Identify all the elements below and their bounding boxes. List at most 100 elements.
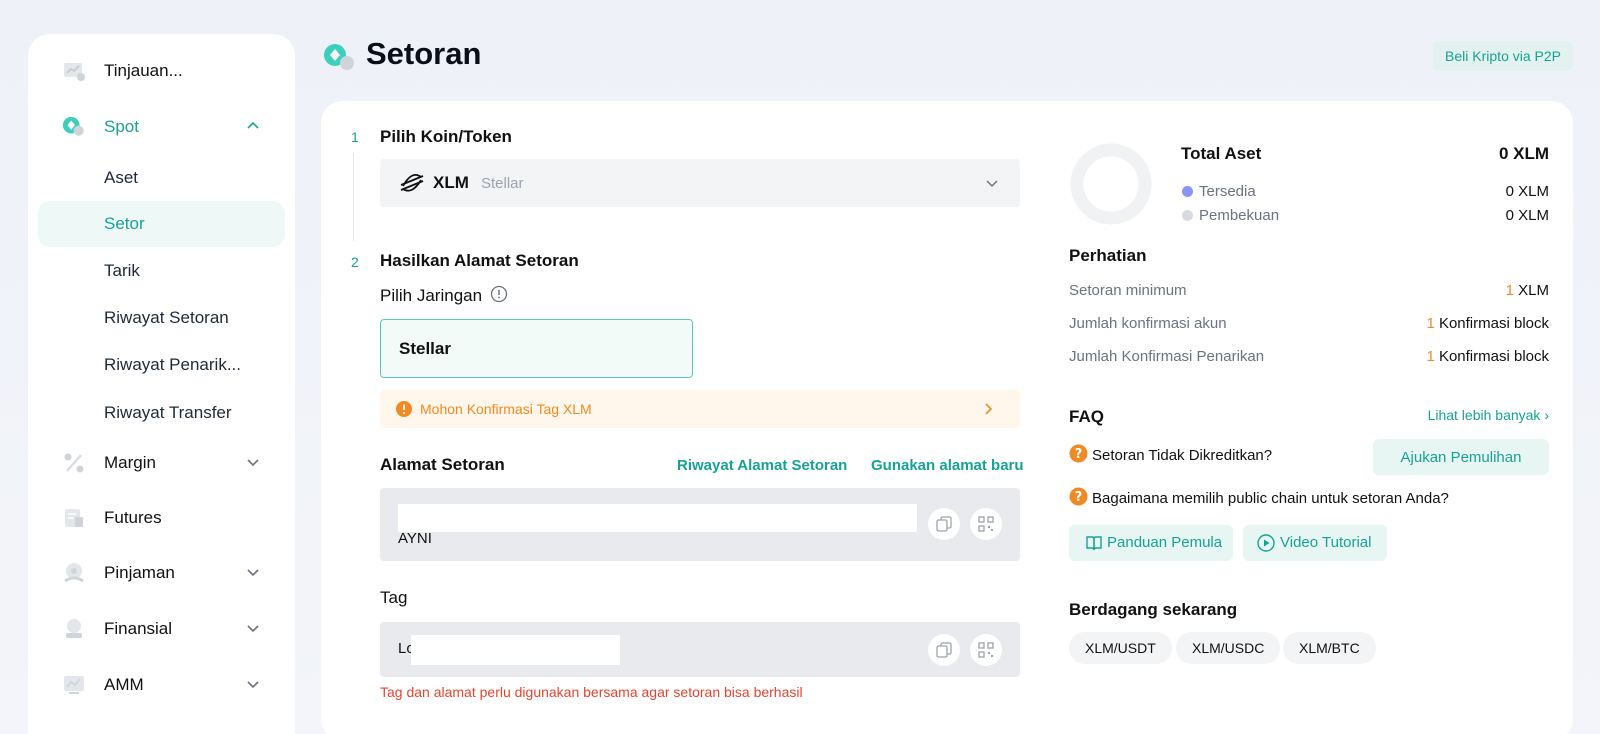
sidebar-item-riwayat-setoran[interactable]: Riwayat Setoran [38,295,285,341]
chevron-up-icon [247,121,259,129]
notice-row-value: 1 XLM [1505,282,1549,299]
tag-warning-bar[interactable]: Mohon Konfirmasi Tag XLM [380,390,1020,428]
page-title: Setoran [366,36,482,71]
sidebar-item-label: Margin [104,453,156,472]
sidebar: Tinjauan... Spot Aset Setor Tarik Riwaya… [28,34,295,734]
coin-name: Stellar [481,175,524,192]
sidebar-item-label: Tinjauan... [104,61,183,80]
tag-field[interactable]: Lo [380,622,1020,677]
sidebar-item-futures[interactable]: Futures [38,495,285,541]
address-qr-button[interactable] [970,508,1002,540]
step-title: Pilih Koin/Token [380,127,512,146]
sidebar-item-aset[interactable]: Aset [38,155,285,201]
sidebar-item-amm[interactable]: AMM [38,662,285,708]
overview-chart-icon [62,59,86,83]
coin-symbol: XLM [433,173,469,192]
deposit-address-field[interactable]: AYNI [380,488,1020,561]
sidebar-item-spot[interactable]: Spot [38,104,285,150]
sidebar-item-riwayat-transfer[interactable]: Riwayat Transfer [38,390,285,436]
notice-row-label: Jumlah Konfirmasi Penarikan [1069,348,1265,365]
beginner-guide-label: Panduan Pemula [1107,534,1223,551]
sidebar-item-overview[interactable]: Tinjauan... [38,48,285,94]
buy-crypto-p2p-button[interactable]: Beli Kripto via P2P [1433,41,1573,71]
tag-label: Tag [380,588,408,607]
step-title: Hasilkan Alamat Setoran [380,251,579,270]
futures-icon [62,506,86,530]
submit-recovery-button[interactable]: Ajukan Pemulihan [1373,439,1549,475]
trade-pair-xlm-usdt[interactable]: XLM/USDT [1069,632,1172,664]
sidebar-item-label: Riwayat Transfer [104,403,232,422]
amm-icon [62,673,86,697]
qr-code-icon [978,642,994,658]
notice-title: Perhatian [1069,246,1147,265]
faq-title: FAQ [1069,407,1104,426]
sidebar-item-tarik[interactable]: Tarik [38,248,285,294]
notice-row-label: Jumlah konfirmasi akun [1069,315,1227,332]
faq-question[interactable]: Bagaimana memilih public chain untuk set… [1092,490,1449,507]
redacted-address [398,504,917,532]
network-option-stellar[interactable]: Stellar [380,319,693,378]
tag-qr-button[interactable] [970,634,1002,666]
asset-donut-chart [1070,143,1152,225]
video-tutorial-button[interactable]: Video Tutorial [1243,525,1387,561]
sidebar-item-finansial[interactable]: Finansial [38,606,285,652]
trade-now-title: Berdagang sekarang [1069,600,1238,619]
notice-row-label: Setoran minimum [1069,282,1187,299]
sidebar-item-pinjaman[interactable]: Pinjaman [38,550,285,596]
available-label: Tersedia [1199,183,1256,200]
qr-code-icon [978,516,994,532]
chevron-down-icon [986,180,998,188]
address-history-link[interactable]: Riwayat Alamat Setoran [677,457,847,474]
total-assets-value: 0 XLM [1498,144,1549,163]
sidebar-item-label: AMM [104,675,144,694]
chevron-down-icon [247,569,259,577]
video-tutorial-label: Video Tutorial [1280,534,1372,551]
frozen-value: 0 XLM [1505,207,1549,224]
frozen-label: Pembekuan [1199,207,1280,224]
sidebar-item-label: Tarik [104,261,140,280]
stellar-logo-icon [400,174,424,192]
svg-text:?: ? [1075,447,1083,462]
frozen-dot [1182,210,1193,221]
trade-pair-xlm-btc[interactable]: XLM/BTC [1283,632,1376,664]
notice-row-value: 1 Konfirmasi block [1426,315,1549,332]
sidebar-item-label: Spot [104,117,139,136]
step-number: 1 [351,129,359,145]
tag-note: Tag dan alamat perlu digunakan bersama a… [380,684,803,700]
coin-select[interactable]: XLM Stellar [380,159,1020,207]
faq-more-link[interactable]: Lihat lebih banyak › [1428,407,1549,423]
copy-address-button[interactable] [928,508,960,540]
svg-text:?: ? [1075,490,1083,505]
finance-icon [62,617,86,641]
play-icon [1257,534,1275,552]
sidebar-item-label: Riwayat Setoran [104,308,229,327]
alert-icon [396,401,412,417]
sidebar-item-setor[interactable]: Setor [38,201,285,247]
sidebar-item-margin[interactable]: Margin [38,440,285,486]
info-icon[interactable] [490,285,508,303]
step-number: 2 [351,254,359,270]
copy-tag-button[interactable] [928,634,960,666]
percent-icon [62,451,86,475]
faq-question[interactable]: Setoran Tidak Dikreditkan? [1092,447,1272,464]
redacted-tag [411,635,620,665]
copy-icon [936,516,952,532]
chevron-right-icon [985,403,993,415]
available-value: 0 XLM [1505,183,1549,200]
address-value: AYNI [398,530,432,547]
sidebar-item-riwayat-penarikan[interactable]: Riwayat Penarik... [38,342,285,388]
notice-row-value: 1 Konfirmasi block [1426,348,1549,365]
new-address-link[interactable]: Gunakan alamat baru [871,457,1024,474]
chevron-down-icon [247,625,259,633]
question-icon: ? [1069,487,1088,506]
address-label: Alamat Setoran [380,455,505,474]
chevron-down-icon [247,681,259,689]
sidebar-item-label: Aset [104,168,139,187]
spot-coin-icon [324,44,354,70]
chevron-down-icon [247,459,259,467]
copy-icon [936,642,952,658]
chevron-right-icon: › [1540,407,1549,423]
beginner-guide-button[interactable]: Panduan Pemula [1069,525,1233,561]
trade-pair-xlm-usdc[interactable]: XLM/USDC [1176,632,1281,664]
sidebar-item-label: Futures [104,508,162,527]
